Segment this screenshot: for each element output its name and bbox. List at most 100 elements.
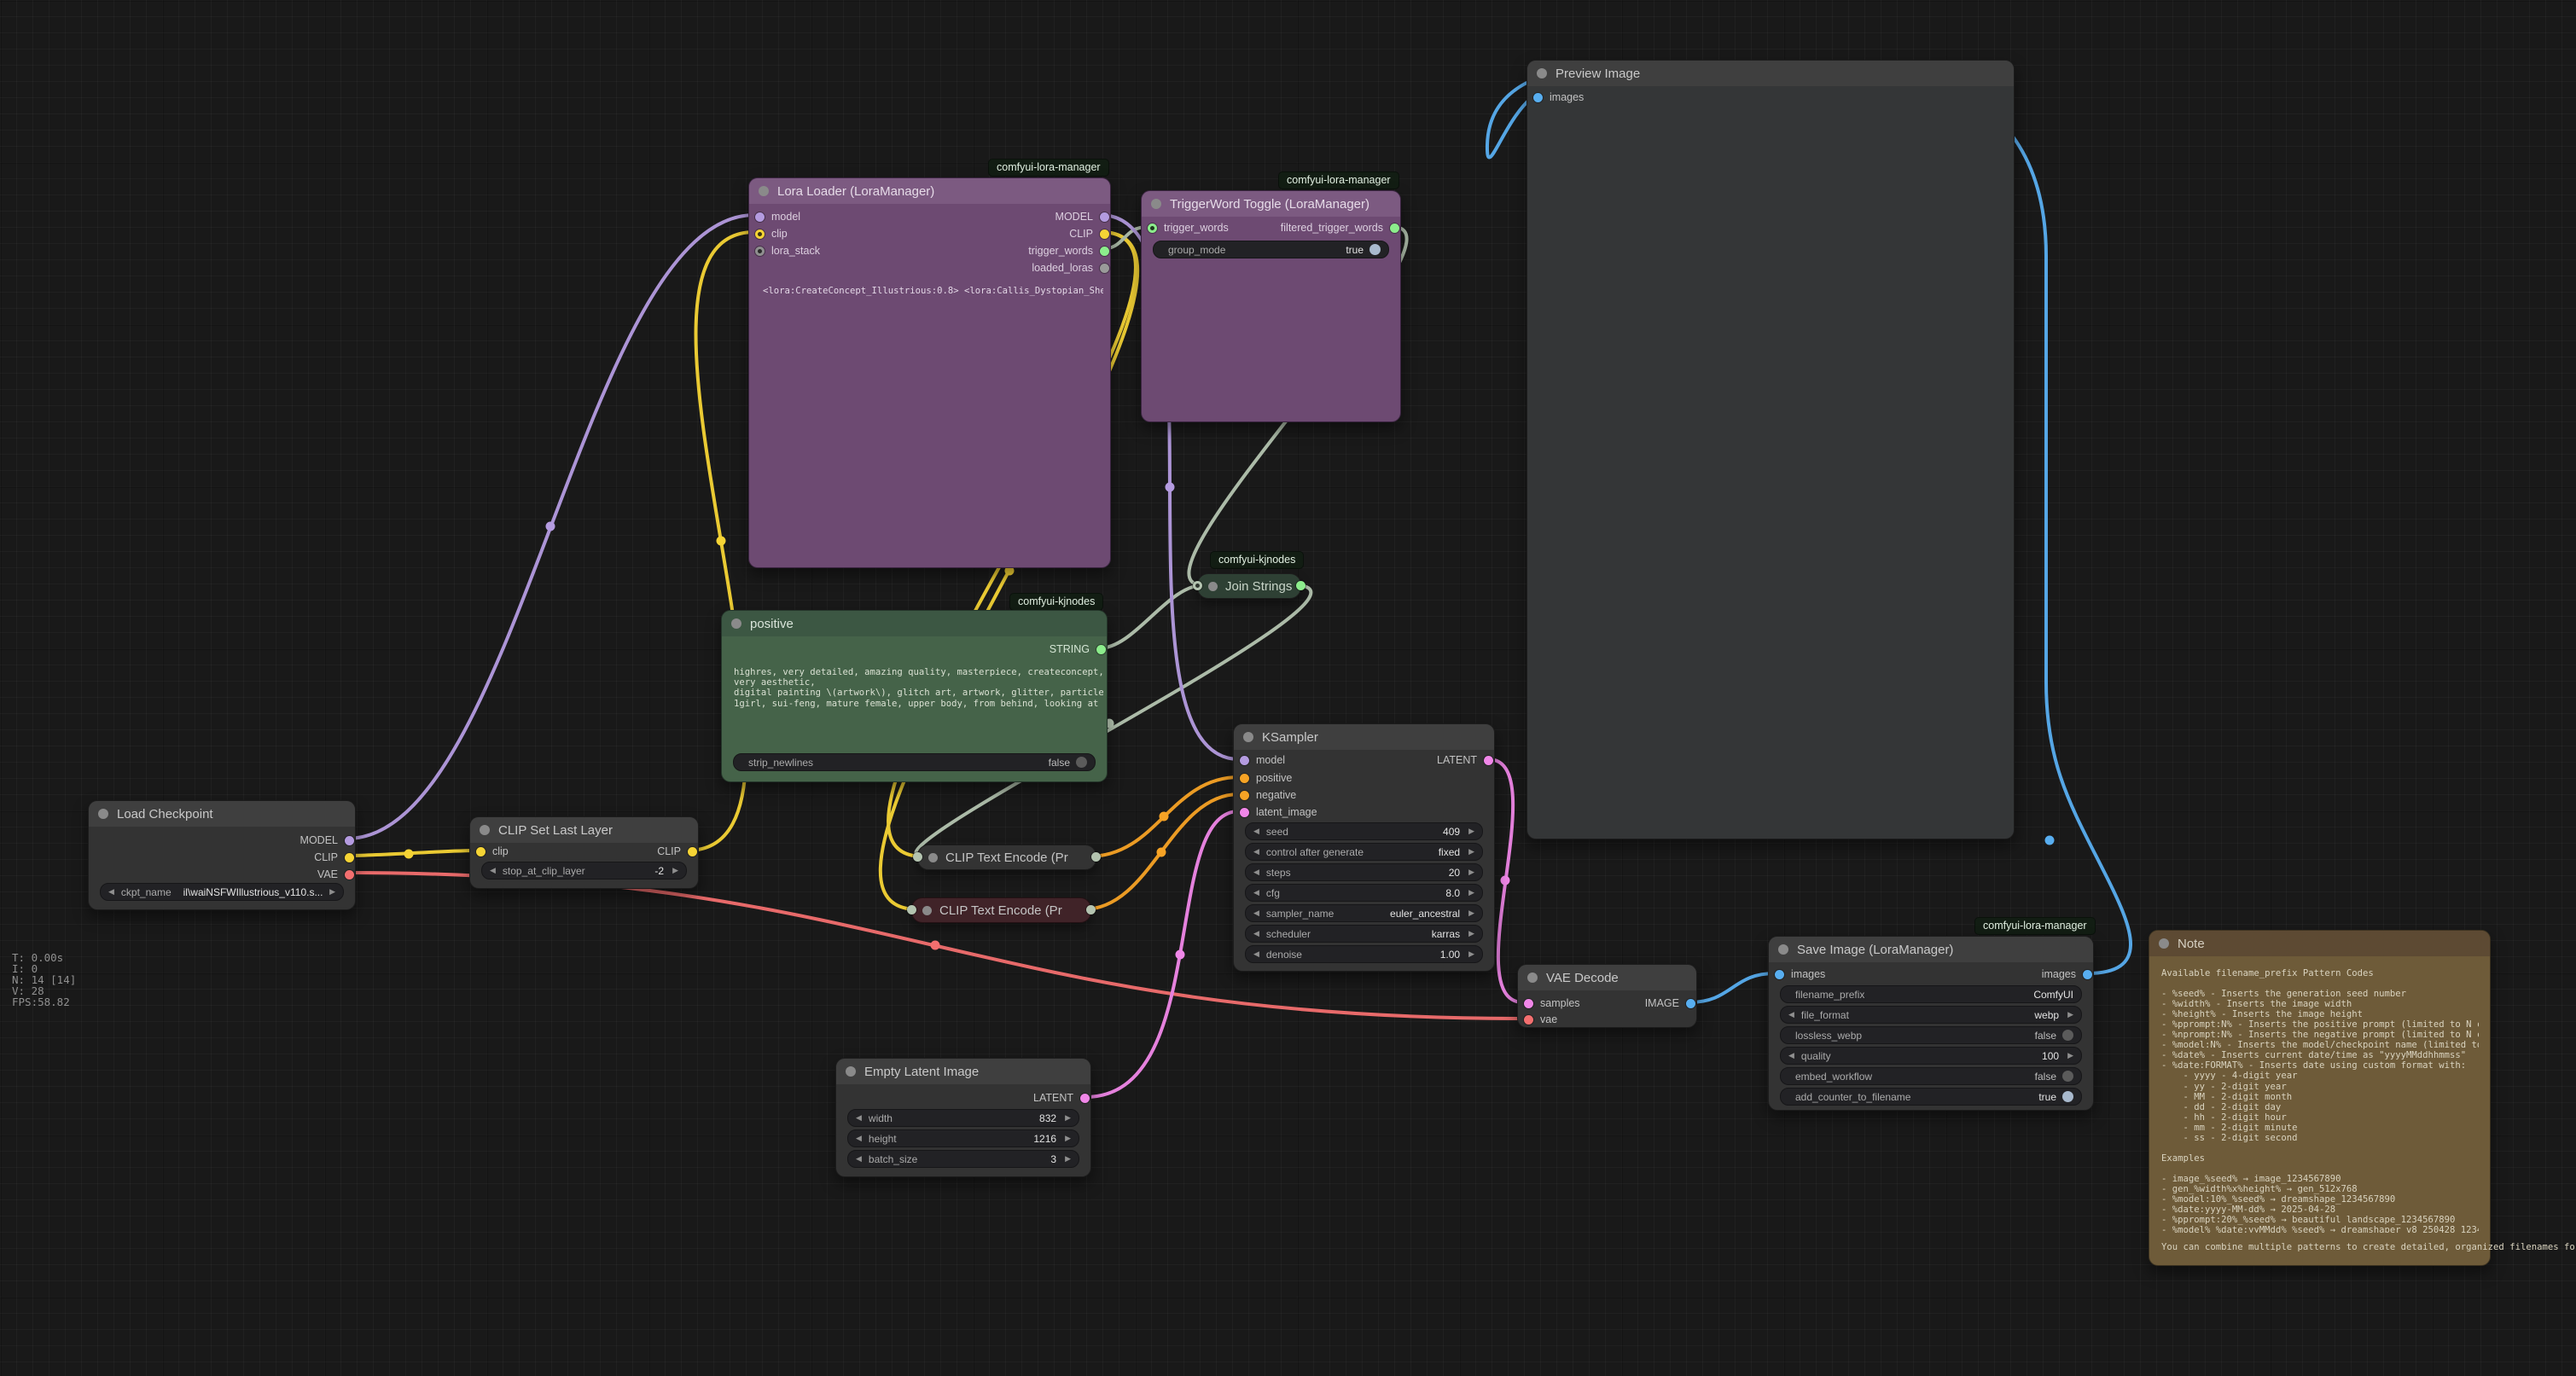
- strip-newlines-widget[interactable]: strip_newlines false: [733, 753, 1096, 771]
- collapsed-output-port[interactable]: [1091, 852, 1101, 862]
- prev-arrow-icon[interactable]: ◀: [856, 1135, 862, 1142]
- width-widget[interactable]: ◀ width 832 ▶: [847, 1109, 1079, 1127]
- input-latent-image[interactable]: latent_image: [1245, 806, 1317, 818]
- node-lora-loader[interactable]: Lora Loader (LoraManager) model clip lor…: [748, 177, 1111, 568]
- node-title-bar[interactable]: Save Image (LoraManager): [1769, 937, 2093, 962]
- note-body-text[interactable]: Available filename_prefix Pattern Codes …: [2161, 968, 2479, 1233]
- collapsed-input-port[interactable]: [907, 905, 916, 914]
- node-collapse-dot[interactable]: [1527, 972, 1538, 983]
- output-latent[interactable]: LATENT: [1437, 754, 1488, 766]
- next-arrow-icon[interactable]: ▶: [1468, 868, 1474, 876]
- input-trigger-words[interactable]: trigger_words: [1153, 222, 1229, 234]
- node-title-bar[interactable]: Note: [2149, 931, 2490, 956]
- stop-at-clip-layer-widget[interactable]: ◀ stop_at_clip_layer -2 ▶: [481, 862, 687, 880]
- lora-syntax-text[interactable]: <lora:CreateConcept_Illustrious:0.8> <lo…: [763, 286, 1103, 296]
- latent-port[interactable]: [1484, 756, 1493, 765]
- steps-widget[interactable]: ◀ steps 20 ▶: [1245, 863, 1483, 881]
- latent-port[interactable]: [1080, 1094, 1090, 1103]
- conditioning-port[interactable]: [1240, 791, 1249, 800]
- clip-port[interactable]: [476, 847, 486, 856]
- node-title-bar[interactable]: Preview Image: [1527, 61, 2014, 86]
- collapsed-output-port[interactable]: [1296, 581, 1305, 590]
- lora-stack-port[interactable]: [755, 247, 765, 256]
- node-title-bar[interactable]: VAE Decode: [1518, 965, 1696, 990]
- prev-arrow-icon[interactable]: ◀: [856, 1155, 862, 1163]
- node-clip-text-encode-positive[interactable]: CLIP Text Encode (Pr: [917, 845, 1096, 870]
- node-collapse-dot[interactable]: [922, 906, 932, 915]
- group-mode-widget[interactable]: group_mode true: [1153, 241, 1389, 258]
- node-positive-prompt[interactable]: positive STRING highres, very detailed, …: [721, 610, 1108, 782]
- output-images[interactable]: images: [2042, 968, 2087, 980]
- node-collapse-dot[interactable]: [1243, 732, 1253, 742]
- node-title-bar[interactable]: Lora Loader (LoraManager): [749, 178, 1110, 204]
- node-collapse-dot[interactable]: [846, 1066, 856, 1077]
- node-ksampler[interactable]: KSampler model positive negative latent_…: [1233, 723, 1495, 972]
- output-string[interactable]: STRING: [1050, 643, 1101, 655]
- node-title-bar[interactable]: KSampler: [1234, 724, 1494, 750]
- clip-port[interactable]: [1100, 229, 1109, 239]
- input-images[interactable]: images: [1538, 91, 1584, 103]
- prompt-text[interactable]: highres, very detailed, amazing quality,…: [734, 667, 1103, 752]
- string-port[interactable]: [1096, 645, 1106, 654]
- node-triggerword-toggle[interactable]: TriggerWord Toggle (LoraManager) trigger…: [1141, 190, 1401, 422]
- input-clip[interactable]: clip: [760, 228, 788, 240]
- node-collapse-dot[interactable]: [98, 809, 108, 819]
- model-port[interactable]: [345, 836, 354, 845]
- image-port[interactable]: [2083, 970, 2092, 979]
- node-title-bar[interactable]: Load Checkpoint: [89, 801, 355, 827]
- clip-port[interactable]: [345, 853, 354, 862]
- filename-prefix-widget[interactable]: filename_prefix ComfyUI: [1780, 985, 2082, 1003]
- toggle-off-icon[interactable]: [2062, 1030, 2073, 1041]
- batch-size-widget[interactable]: ◀ batch_size 3 ▶: [847, 1150, 1079, 1168]
- input-vae[interactable]: vae: [1529, 1013, 1557, 1025]
- prev-arrow-icon[interactable]: ◀: [1253, 950, 1259, 958]
- file-format-widget[interactable]: ◀ file_format webp ▶: [1780, 1006, 2082, 1024]
- prev-arrow-icon[interactable]: ◀: [108, 888, 114, 896]
- vae-port[interactable]: [345, 870, 354, 880]
- node-note[interactable]: Note Available filename_prefix Pattern C…: [2149, 930, 2491, 1266]
- ckpt-name-widget[interactable]: ◀ ckpt_name il\waiNSFWIllustrious_v110.s…: [100, 883, 344, 901]
- node-title-bar[interactable]: CLIP Set Last Layer: [470, 817, 698, 843]
- input-clip[interactable]: clip: [481, 845, 509, 857]
- add-counter-widget[interactable]: add_counter_to_filename true: [1780, 1088, 2082, 1106]
- next-arrow-icon[interactable]: ▶: [1065, 1114, 1071, 1122]
- prev-arrow-icon[interactable]: ◀: [1253, 868, 1259, 876]
- scheduler-widget[interactable]: ◀ scheduler karras ▶: [1245, 925, 1483, 943]
- output-latent[interactable]: LATENT: [1033, 1092, 1084, 1104]
- prev-arrow-icon[interactable]: ◀: [1788, 1011, 1794, 1019]
- trigger-words-port[interactable]: [1148, 224, 1157, 233]
- control-after-generate-widget[interactable]: ◀ control after generate fixed ▶: [1245, 843, 1483, 861]
- output-loaded-loras[interactable]: loaded_loras: [1032, 262, 1104, 274]
- quality-widget[interactable]: ◀ quality 100 ▶: [1780, 1047, 2082, 1065]
- node-load-checkpoint[interactable]: Load Checkpoint MODEL CLIP VAE ◀ ckpt_na…: [88, 800, 356, 910]
- conditioning-port[interactable]: [1240, 774, 1249, 783]
- next-arrow-icon[interactable]: ▶: [1065, 1135, 1071, 1142]
- vae-port[interactable]: [1524, 1015, 1533, 1025]
- node-clip-set-last-layer[interactable]: CLIP Set Last Layer clip CLIP ◀ stop_at_…: [469, 816, 699, 889]
- node-title-bar[interactable]: positive: [722, 611, 1107, 636]
- node-collapse-dot[interactable]: [1151, 199, 1161, 209]
- output-clip[interactable]: CLIP: [657, 845, 692, 857]
- output-clip[interactable]: CLIP: [97, 851, 349, 863]
- node-join-strings[interactable]: Join Strings: [1197, 573, 1301, 599]
- next-arrow-icon[interactable]: ▶: [1468, 909, 1474, 917]
- input-model[interactable]: model: [1245, 754, 1285, 766]
- next-arrow-icon[interactable]: ▶: [1468, 848, 1474, 856]
- next-arrow-icon[interactable]: ▶: [1065, 1155, 1071, 1163]
- node-collapse-dot[interactable]: [2159, 938, 2169, 949]
- model-port[interactable]: [755, 212, 765, 222]
- node-empty-latent-image[interactable]: Empty Latent Image LATENT ◀ width 832 ▶ …: [835, 1058, 1091, 1177]
- output-filtered-trigger-words[interactable]: filtered_trigger_words: [1281, 222, 1394, 234]
- loaded-loras-port[interactable]: [1100, 264, 1109, 273]
- image-port[interactable]: [1533, 93, 1543, 102]
- embed-workflow-widget[interactable]: embed_workflow false: [1780, 1067, 2082, 1085]
- model-port[interactable]: [1100, 212, 1109, 222]
- collapsed-input-port[interactable]: [913, 852, 922, 862]
- image-port[interactable]: [1686, 999, 1695, 1008]
- node-preview-image[interactable]: Preview Image images: [1526, 60, 2015, 839]
- filtered-trigger-words-port[interactable]: [1390, 224, 1399, 233]
- next-arrow-icon[interactable]: ▶: [1468, 930, 1474, 938]
- prev-arrow-icon[interactable]: ◀: [1253, 930, 1259, 938]
- toggle-off-icon[interactable]: [2062, 1071, 2073, 1082]
- latent-port[interactable]: [1524, 999, 1533, 1008]
